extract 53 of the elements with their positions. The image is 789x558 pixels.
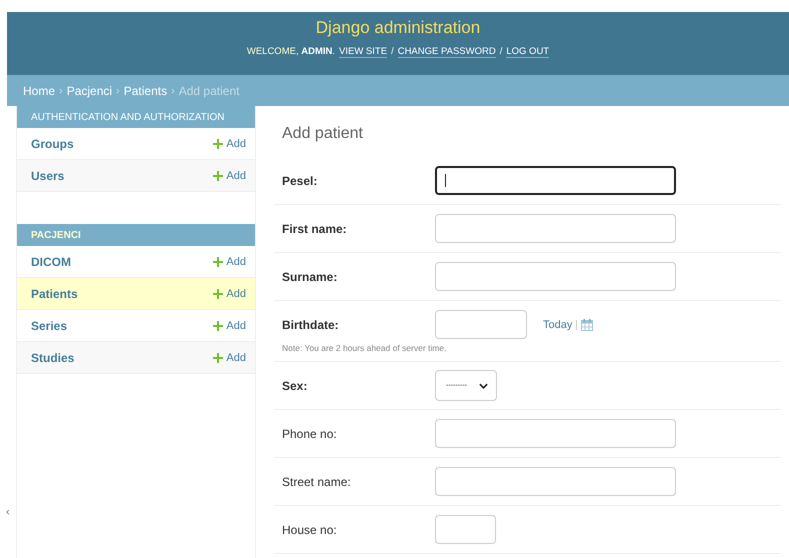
module-caption: AUTHENTICATION AND AUTHORIZATION (17, 106, 255, 128)
field-label: Surname: (282, 270, 338, 284)
help-note: Note: You are 2 hours ahead of server time. (282, 343, 448, 353)
header-link[interactable]: LOG OUT (506, 46, 550, 58)
input-field[interactable] (435, 166, 676, 195)
current-page-text: Add patient (178, 84, 240, 98)
model-link[interactable]: Users (31, 168, 64, 182)
field-label: Birthdate: (282, 318, 340, 332)
add-link[interactable]: Add (213, 138, 246, 150)
today-link[interactable]: Today (543, 318, 572, 330)
breadcrumb-link[interactable]: Home (23, 84, 56, 98)
plus-icon (213, 138, 224, 148)
breadcrumb-link[interactable]: Pacjenci (66, 84, 112, 98)
link-separator: / (500, 46, 502, 57)
page-title: Add patient (282, 125, 364, 143)
header-link[interactable]: CHANGE PASSWORD (398, 46, 496, 58)
field-label: Phone no: (282, 426, 338, 440)
field-label: First name: (282, 222, 348, 236)
welcome-text: WELCOME, ADMIN. (246, 46, 336, 57)
sidebar-item[interactable]: Studies Add (17, 342, 255, 374)
field-label: Pesel: (282, 174, 318, 188)
field-label: Street name: (282, 474, 352, 488)
calendar-icon[interactable] (581, 318, 594, 330)
header-link[interactable]: VIEW SITE (339, 46, 388, 58)
chevron-down-icon (479, 382, 488, 388)
add-link[interactable]: Add (213, 352, 246, 364)
model-link[interactable]: Groups (31, 136, 74, 150)
plus-icon (213, 320, 224, 330)
plus-icon (213, 352, 224, 362)
breadcrumb-separator: › (116, 84, 120, 96)
model-link[interactable]: Studies (31, 350, 74, 364)
sidebar-item[interactable]: Users Add (17, 160, 255, 192)
plus-icon (213, 170, 224, 180)
add-link[interactable]: Add (213, 288, 246, 300)
field-label: Sex: (282, 378, 308, 392)
breadcrumb-separator: › (171, 84, 175, 96)
add-link[interactable]: Add (213, 320, 246, 332)
breadcrumb-separator: › (59, 84, 63, 96)
plus-icon (213, 288, 224, 298)
add-link[interactable]: Add (213, 256, 246, 268)
module-caption: PACJENCI (17, 224, 255, 246)
model-link[interactable]: Series (31, 318, 68, 332)
plus-icon (213, 256, 224, 266)
model-link[interactable]: DICOM (31, 254, 71, 268)
add-link[interactable]: Add (213, 170, 246, 182)
breadcrumb-link[interactable]: Patients (124, 84, 168, 98)
date-field[interactable] (435, 310, 527, 339)
site-title: Django administration (316, 18, 480, 38)
link-separator: / (391, 46, 394, 57)
sidebar-toggle[interactable]: ‹ (6, 506, 10, 518)
model-link[interactable]: Patients (31, 286, 78, 300)
sidebar-item[interactable]: Patients Add (17, 278, 255, 310)
field-label: House no: (282, 522, 338, 536)
